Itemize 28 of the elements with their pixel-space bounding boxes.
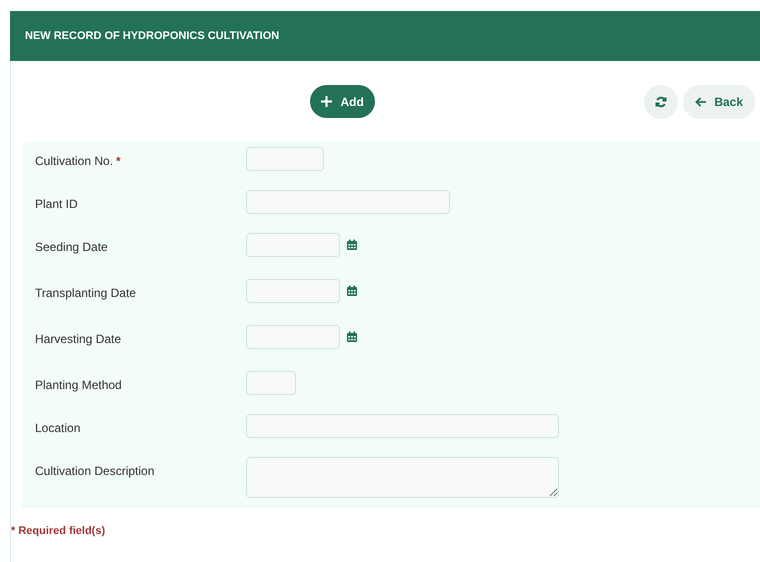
input-field[interactable] xyxy=(246,190,450,214)
field-label: Cultivation Description xyxy=(35,463,154,480)
text-area[interactable] xyxy=(246,457,559,498)
arrow-left-icon xyxy=(695,96,706,106)
field-label: Transplanting Date xyxy=(35,285,136,302)
input-field[interactable] xyxy=(246,147,324,171)
calendar-icon[interactable] xyxy=(346,331,358,343)
add-button[interactable]: Add xyxy=(310,85,375,118)
field-label: Cultivation No. xyxy=(35,153,114,170)
input-field[interactable] xyxy=(246,414,559,438)
calendar-icon[interactable] xyxy=(346,239,358,251)
required-note: * Required field(s) xyxy=(11,525,106,537)
field-label: Location xyxy=(35,420,80,437)
field-label: Harvesting Date xyxy=(35,331,122,348)
date-field[interactable] xyxy=(246,233,340,257)
required-mark: * xyxy=(116,153,121,170)
input-field[interactable] xyxy=(246,371,296,395)
back-button[interactable]: Back xyxy=(683,84,755,118)
field-label: Seeding Date xyxy=(35,239,108,256)
page-title: NEW RECORD OF HYDROPONICS CULTIVATION xyxy=(25,28,280,44)
refresh-icon xyxy=(655,96,668,108)
calendar-icon[interactable] xyxy=(346,285,358,297)
field-label: Planting Method xyxy=(35,377,122,394)
field-label: Plant ID xyxy=(35,196,78,213)
plus-icon xyxy=(321,96,332,107)
date-field[interactable] xyxy=(246,279,340,303)
date-field[interactable] xyxy=(246,325,340,349)
refresh-button[interactable] xyxy=(644,84,678,118)
